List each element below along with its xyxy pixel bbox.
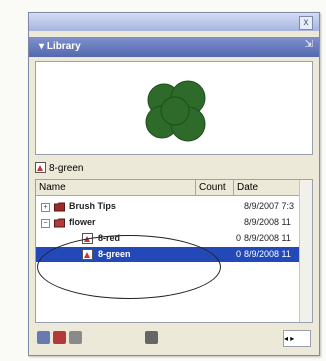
window-titlebar[interactable]: x [29,13,319,31]
vertical-scrollbar[interactable] [299,180,312,322]
column-header-name[interactable]: Name [36,180,196,196]
delete-icon[interactable] [145,331,158,344]
item-date: 8/9/2008 11 [244,249,291,259]
selected-item-name: 8-green [49,163,84,174]
library-toolbar: ◂ ▸ [35,327,311,349]
list-item[interactable]: − flower 8/9/2008 11 [36,215,300,230]
item-name: Brush Tips [69,201,116,211]
graphic-symbol-icon [35,162,46,173]
scroll-right-icon[interactable]: ▸ [290,334,294,343]
item-date: 8/9/2008 11 [244,233,291,243]
item-name: 8-green [98,249,131,259]
folder-icon [54,202,65,212]
column-header-date[interactable]: Date [234,180,300,196]
list-item[interactable]: 8-red 0 8/9/2008 11 [36,231,300,246]
list-item[interactable]: + Brush Tips 8/9/2007 7:3 [36,199,300,214]
panel-title: Library [46,41,81,52]
expand-icon[interactable]: + [41,203,50,212]
item-date: 8/9/2007 7:3 [244,201,295,211]
expand-arrow-icon[interactable]: ▾ [39,41,47,52]
item-date: 8/9/2008 11 [244,217,291,227]
horizontal-scroll-buttons[interactable]: ◂ ▸ [283,330,311,347]
panel-header[interactable]: ▾ Library [29,37,319,57]
library-window: x ▾ Library ⇲ 8-green Name Count Date + [28,12,320,356]
properties-icon[interactable] [69,331,82,344]
symbol-preview [35,61,313,155]
new-symbol-icon[interactable] [37,331,50,344]
item-count: 0 [235,233,241,243]
graphic-symbol-icon [82,249,93,260]
item-name: 8-red [98,233,121,243]
collapse-icon[interactable]: − [41,219,50,228]
list-item-selected[interactable]: 8-green 0 8/9/2008 11 [36,247,300,262]
graphic-symbol-icon [82,233,93,244]
library-item-list[interactable]: Name Count Date + Brush Tips 8/9/2007 7:… [35,179,313,323]
scroll-left-icon[interactable]: ◂ [284,334,288,343]
selected-item-name-row: 8-green [35,161,311,177]
item-count: 0 [235,249,241,259]
clover-shape-preview [145,80,206,142]
item-name: flower [69,217,96,227]
column-header-count[interactable]: Count [196,180,234,196]
close-button[interactable]: x [299,16,313,30]
panel-options-icon[interactable]: ⇲ [305,39,313,50]
folder-open-icon [54,218,65,228]
new-folder-icon[interactable] [53,331,66,344]
